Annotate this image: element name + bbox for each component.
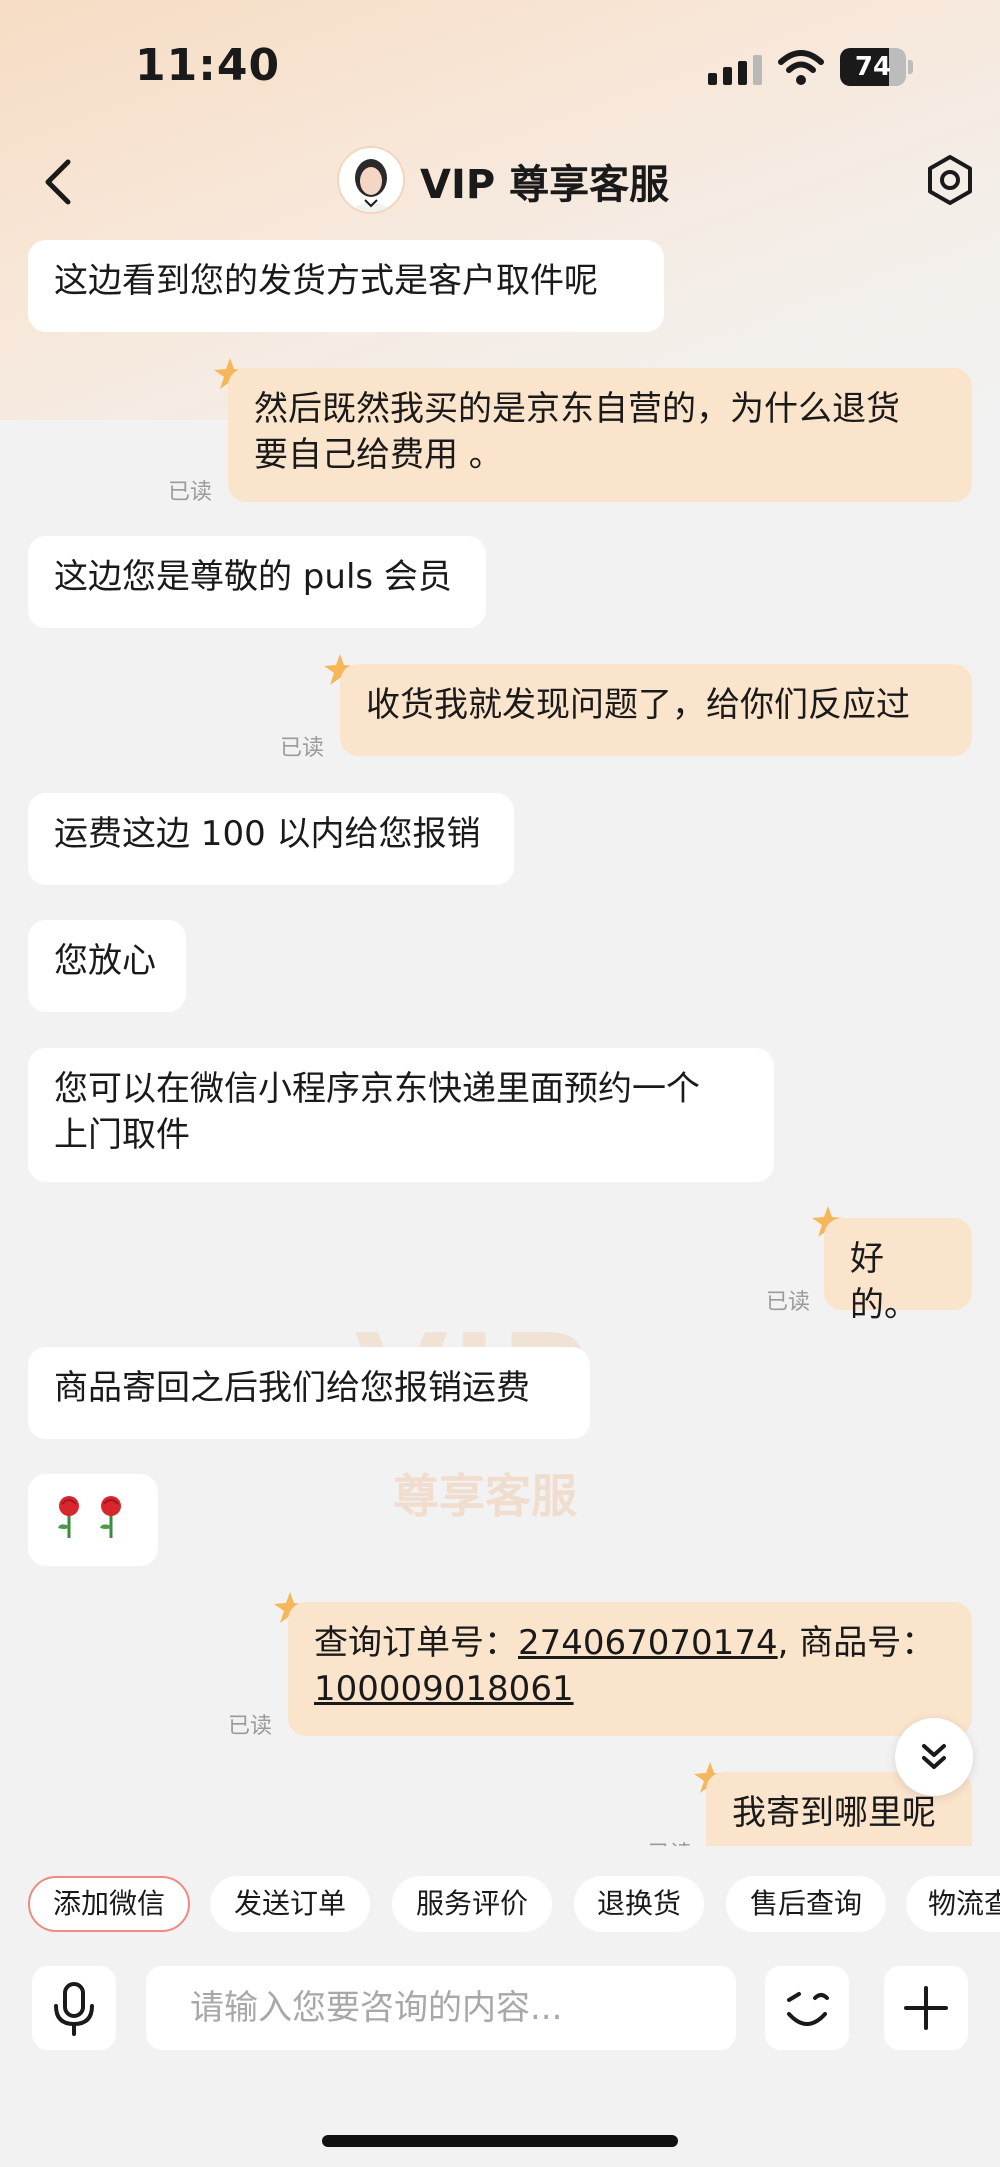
agent-message[interactable]: 这边您是尊敬的 puls 会员 [28,536,486,628]
agent-message[interactable]: 您可以在微信小程序京东快递里面预约一个 上门取件 [28,1048,774,1182]
quick-action-return-exchange[interactable]: 退换货 [574,1876,704,1932]
quick-action-service-rating[interactable]: 服务评价 [392,1876,552,1932]
microphone-icon [54,1982,94,2036]
home-indicator [322,2135,678,2147]
agent-message[interactable]: 您放心 [28,920,186,1012]
read-status: 已读 [280,736,325,761]
battery-level: 74 [840,48,906,86]
signal-icon [708,55,762,85]
wink-face-icon [787,1992,829,2026]
agent-message[interactable]: 运费这边 100 以内给您报销 [28,793,514,885]
read-status: 已读 [648,1836,692,1846]
agent-avatar-icon [339,148,403,212]
chat-messages[interactable]: VIP 尊享客服 这边看到您的发货方式是客户取件呢 已读 然后既然我买的是京东自… [0,240,1000,1846]
wifi-icon [778,50,824,85]
agent-message[interactable] [28,1474,158,1566]
read-status: 已读 [228,1714,273,1739]
message-input[interactable] [146,1966,736,2050]
battery-icon: 74 [840,48,914,86]
scroll-to-bottom-button[interactable] [895,1718,973,1796]
avatar[interactable] [337,146,405,214]
voice-button[interactable] [32,1966,116,2050]
product-number-link[interactable]: 100009018061 [314,1669,574,1709]
user-message[interactable]: 然后既然我买的是京东自营的，为什么退货 要自己给费用 。 [228,368,972,502]
plus-icon [904,1986,948,2030]
plus-button[interactable] [884,1966,968,2050]
emoji-button[interactable] [765,1966,849,2050]
order-number-link[interactable]: 274067070174 [518,1623,778,1663]
status-bar: 11:40 74 [0,0,1000,130]
input-bar [0,1960,1000,2060]
settings-button[interactable] [922,152,978,208]
status-time: 11:40 [135,40,281,91]
nav-bar: VIP 尊享客服 [0,130,1000,240]
user-message[interactable]: 好的。 [824,1218,972,1325]
page-title: VIP 尊享客服 [420,162,670,208]
quick-action-after-sales[interactable]: 售后查询 [726,1876,886,1932]
quick-action-send-order[interactable]: 发送订单 [210,1876,370,1932]
quick-actions-bar: 添加微信 发送订单 服务评价 退换货 售后查询 物流查询 [0,1870,1000,1940]
back-button[interactable] [30,152,90,212]
quick-action-add-wechat[interactable]: 添加微信 [28,1876,190,1932]
read-status: 已读 [766,1290,811,1315]
rose-emoji-icon [58,1496,121,1538]
quick-action-logistics[interactable]: 物流查询 [906,1876,1000,1932]
agent-message[interactable]: 商品寄回之后我们给您报销运费 [28,1347,590,1439]
read-status: 已读 [168,480,213,505]
user-message[interactable]: 查询订单号：274067070174, 商品号： 100009018061 [288,1602,972,1736]
double-chevron-down-icon [922,1744,946,1769]
user-message[interactable]: 收货我就发现问题了，给你们反应过 [340,664,972,756]
agent-message[interactable]: 这边看到您的发货方式是客户取件呢 [28,240,664,332]
